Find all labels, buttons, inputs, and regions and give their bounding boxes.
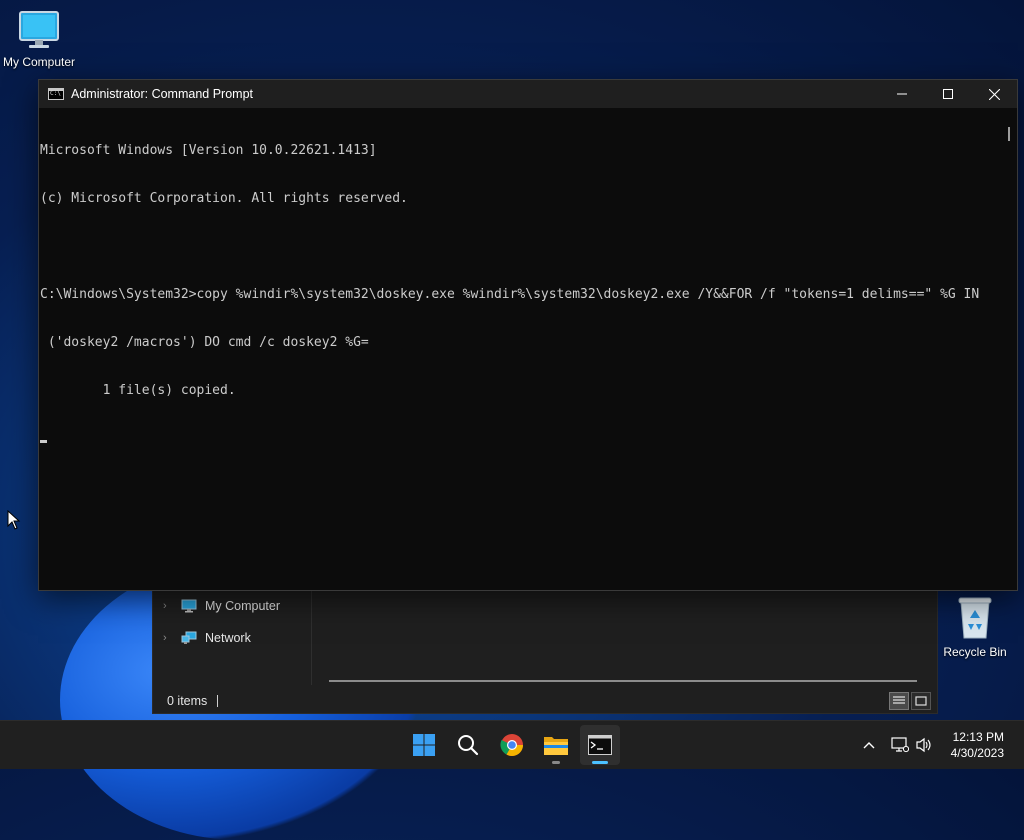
console-line: 1 file(s) copied. <box>40 383 236 398</box>
console-line: C:\Windows\System32>copy %windir%\system… <box>40 287 980 302</box>
system-tray <box>856 721 936 769</box>
chrome-icon <box>500 734 523 756</box>
command-prompt-window[interactable]: Administrator: Command Prompt Microsoft … <box>38 79 1018 591</box>
status-bar: 0 items <box>153 689 937 713</box>
start-button[interactable] <box>404 725 444 765</box>
monitor-icon <box>19 11 59 48</box>
file-explorer-window: › My Computer › Network 0 items <box>152 588 938 714</box>
details-view-button[interactable] <box>889 692 909 710</box>
title-bar[interactable]: Administrator: Command Prompt <box>39 80 1017 108</box>
vertical-scrollbar[interactable] <box>1001 109 1017 590</box>
nav-item-network[interactable]: › Network <box>163 627 251 649</box>
command-prompt-icon <box>48 88 64 100</box>
nav-item-my-computer[interactable]: › My Computer <box>163 595 280 617</box>
text-cursor <box>40 440 47 443</box>
horizontal-scrollbar[interactable] <box>329 680 917 682</box>
terminal-icon <box>588 735 612 755</box>
search-button[interactable] <box>448 725 488 765</box>
window-controls <box>879 80 1017 108</box>
details-icon <box>893 696 905 704</box>
nav-item-label: My Computer <box>205 599 281 613</box>
speaker-icon <box>916 737 931 753</box>
search-icon <box>458 735 479 756</box>
running-indicator <box>552 761 560 764</box>
chevron-up-icon <box>863 742 875 749</box>
maximize-button[interactable] <box>925 80 971 108</box>
network-icon <box>181 631 197 644</box>
desktop-icon-label: My Computer <box>2 55 76 69</box>
console-line: (c) Microsoft Corporation. All rights re… <box>40 191 408 206</box>
nav-item-label: Network <box>205 631 251 645</box>
monitor-icon <box>181 599 197 613</box>
network-icon <box>891 737 909 753</box>
item-count: 0 items <box>167 694 208 708</box>
console-prompt-line[interactable] <box>40 431 1001 447</box>
tiles-icon <box>915 696 927 706</box>
desktop-icon-recycle-bin[interactable]: Recycle Bin <box>940 594 1010 659</box>
file-explorer-icon <box>544 737 568 755</box>
console-line: Microsoft Windows [Version 10.0.22621.14… <box>40 143 377 158</box>
scrollbar-thumb[interactable] <box>1008 127 1010 141</box>
clock[interactable]: 12:13 PM 4/30/2023 <box>951 729 1004 761</box>
start-icon <box>413 734 435 756</box>
taskbar: 12:13 PM 4/30/2023 <box>0 720 1024 769</box>
network-status-button[interactable] <box>888 737 912 753</box>
view-toggle <box>889 692 931 710</box>
show-hidden-icons-button[interactable] <box>856 741 882 749</box>
clock-time: 12:13 PM <box>952 730 1004 744</box>
minimize-icon <box>897 93 907 95</box>
desktop-icon-label: Recycle Bin <box>943 645 1007 659</box>
navigation-pane: › My Computer › Network <box>153 589 312 685</box>
console-line: ('doskey2 /macros') DO cmd /c doskey2 %G… <box>40 335 369 350</box>
chevron-right-icon[interactable]: › <box>163 600 173 612</box>
window-title: Administrator: Command Prompt <box>71 87 254 101</box>
maximize-icon <box>943 89 953 99</box>
console-output[interactable]: Microsoft Windows [Version 10.0.22621.14… <box>39 109 1001 590</box>
active-indicator <box>592 761 608 764</box>
command-prompt-button[interactable] <box>580 725 620 765</box>
status-divider <box>217 695 219 707</box>
large-icons-view-button[interactable] <box>911 692 931 710</box>
chevron-right-icon[interactable]: › <box>163 632 173 644</box>
recycle-bin-icon <box>958 597 992 639</box>
volume-button[interactable] <box>912 737 936 753</box>
chrome-button[interactable] <box>492 725 532 765</box>
desktop-icon-my-computer[interactable]: My Computer <box>2 10 76 69</box>
minimize-button[interactable] <box>879 80 925 108</box>
clock-date: 4/30/2023 <box>950 746 1004 760</box>
file-explorer-button[interactable] <box>536 725 576 765</box>
close-icon <box>988 88 1000 100</box>
mouse-pointer-icon <box>7 510 21 530</box>
close-button[interactable] <box>971 80 1017 108</box>
